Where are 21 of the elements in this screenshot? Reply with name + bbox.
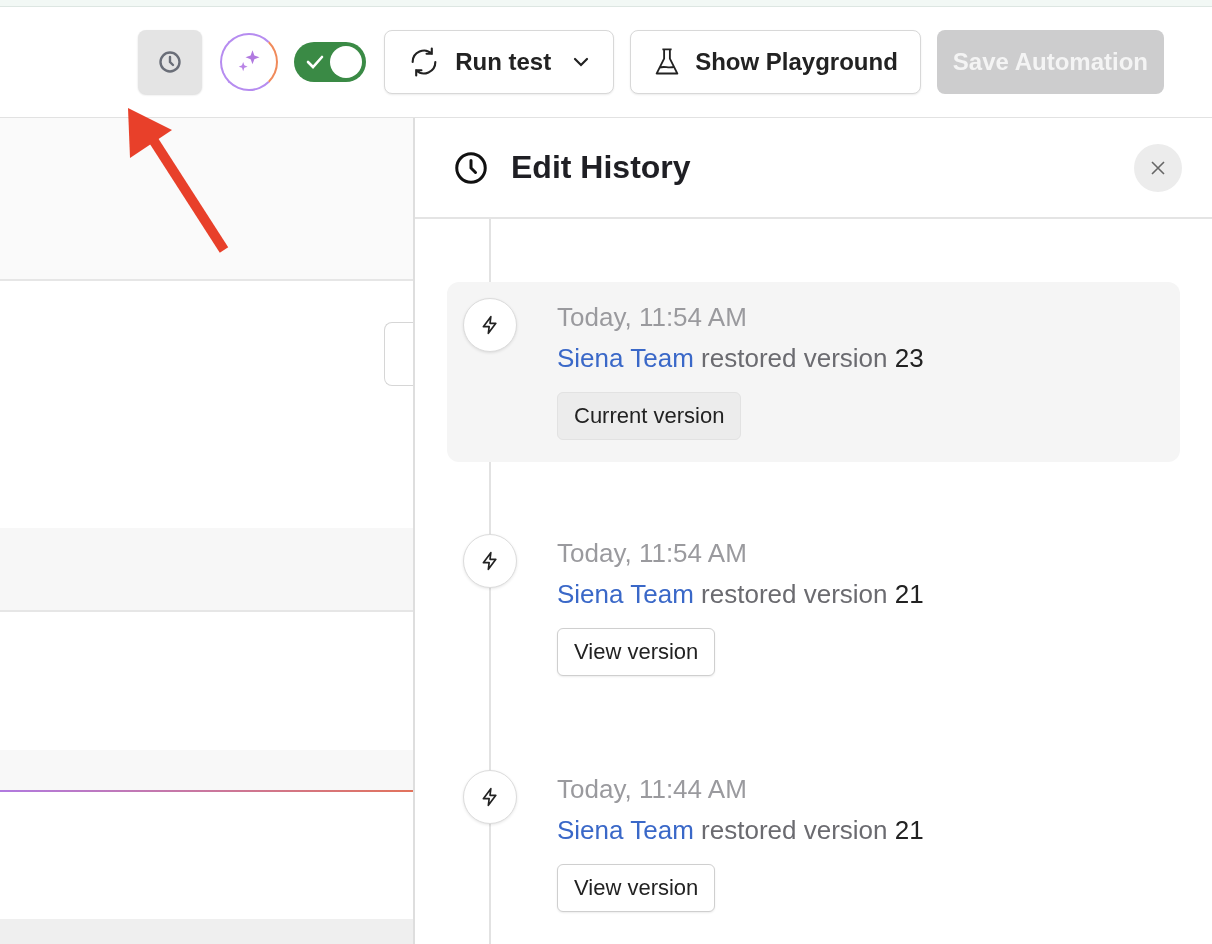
clock-icon: [453, 149, 489, 186]
automation-toggle[interactable]: [294, 42, 367, 82]
panel-title: Edit History: [511, 149, 692, 186]
run-test-button[interactable]: Run test: [384, 30, 615, 94]
check-icon: [306, 54, 325, 70]
show-playground-button[interactable]: Show Playground: [630, 30, 921, 94]
view-version-button[interactable]: View version: [557, 628, 716, 676]
timestamp: Today, 11:54 AM: [557, 538, 748, 569]
bolt-icon: [463, 298, 517, 352]
history-description: Siena Team restored version 21: [557, 815, 924, 846]
timestamp: Today, 11:54 AM: [557, 302, 748, 333]
ai-assistant-button[interactable]: [220, 33, 279, 91]
close-icon: [1151, 160, 1165, 175]
history-button[interactable]: [138, 30, 203, 94]
current-version-badge: Current version: [557, 392, 742, 440]
clock-icon: [158, 50, 183, 74]
history-description: Siena Team restored version 23: [557, 343, 924, 374]
history-description: Siena Team restored version 21: [557, 579, 924, 610]
timestamp: Today, 11:44 AM: [557, 774, 748, 805]
view-version-button[interactable]: View version: [557, 864, 716, 912]
close-button[interactable]: [1134, 143, 1182, 192]
